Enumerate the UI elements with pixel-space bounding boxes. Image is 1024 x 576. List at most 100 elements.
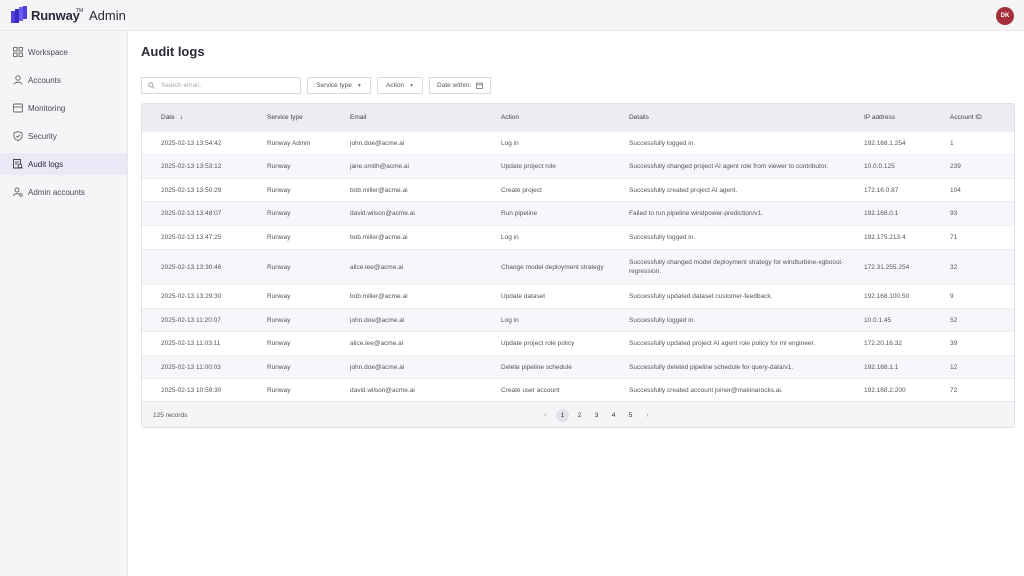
sidebar-item-label: Workspace: [28, 47, 68, 57]
action-label: Action: [385, 82, 405, 89]
cell-date: 2025-02-13 13:47:25: [161, 234, 222, 241]
cell-ip-address: 192.168.100.50: [864, 293, 910, 300]
cell-details: Failed to run pipeline windpower-predict…: [629, 210, 764, 217]
runway-logo-icon[interactable]: [11, 6, 27, 24]
cell-service-type: Runway: [267, 210, 291, 217]
page-button-4[interactable]: 4: [607, 409, 620, 422]
action-dropdown[interactable]: Action ▼: [377, 77, 423, 94]
cell-ip-address: 10.0.1.45: [864, 316, 892, 324]
cell-service-type: Runway: [267, 340, 291, 347]
cell-ip-address: 192.168.0.1: [864, 210, 899, 217]
table-footer: 125 records ‹ 1 2 3 4 5 ›: [142, 401, 1014, 427]
chevron-down-icon: ▼: [409, 82, 415, 89]
avatar[interactable]: DK: [996, 7, 1014, 25]
table-row[interactable]: 2025-02-13 11:03:11 Runway alice.lee@acme.…: [142, 331, 1014, 355]
cell-email: john.doe@acme.ai: [350, 316, 405, 324]
page-button-1[interactable]: 1: [556, 409, 569, 422]
cell-action: Log in: [501, 139, 519, 147]
calendar-icon: [476, 82, 483, 89]
cell-details: Successfully created project AI agent.: [629, 186, 738, 194]
cell-account-id: 12: [950, 363, 958, 371]
brand-name: Runway: [31, 8, 80, 23]
table-row[interactable]: 2025-02-13 13:47:25 Runway bob.miller@acme…: [142, 225, 1014, 249]
sidebar: Workspace Accounts Monitoring Security A…: [0, 31, 128, 576]
cell-service-type: Runway: [267, 234, 291, 241]
column-header-email: Email: [350, 114, 367, 121]
page-button-2[interactable]: 2: [573, 409, 586, 422]
cell-details: Successfully logged in.: [629, 139, 696, 147]
cell-account-id: 71: [950, 234, 958, 241]
cell-action: Create project: [501, 186, 542, 194]
cell-service-type: Runway: [267, 316, 291, 324]
cell-service-type: Runway: [267, 263, 291, 271]
service-type-label: Service type: [316, 82, 352, 89]
service-type-dropdown[interactable]: Service type ▼: [307, 77, 371, 94]
date-within-picker[interactable]: Date within:: [429, 77, 491, 94]
cell-account-id: 52: [950, 316, 958, 324]
cell-email: bob.miller@acme.ai: [350, 234, 408, 241]
date-within-label: Date within:: [437, 82, 471, 89]
prev-page-button[interactable]: ‹: [539, 409, 552, 422]
cell-account-id: 72: [950, 387, 958, 394]
sidebar-item-label: Audit logs: [28, 159, 64, 169]
grid-icon: [13, 47, 23, 57]
cell-email: john.doe@acme.ai: [350, 363, 405, 371]
column-header-account-id: Account ID: [950, 114, 982, 121]
cell-account-id: 1: [950, 139, 954, 147]
cell-email: david.wilson@acme.ai: [350, 210, 415, 217]
cell-date: 2025-02-13 13:29:30: [161, 293, 222, 300]
cell-account-id: 9: [950, 293, 954, 300]
chevron-down-icon: ▼: [356, 82, 362, 89]
page-button-5[interactable]: 5: [624, 409, 637, 422]
table-row[interactable]: 2025-02-13 13:54:42 Runway Admin john.doe@…: [142, 131, 1014, 154]
cell-email: bob.miller@acme.ai: [350, 186, 408, 194]
sidebar-item-label: Security: [28, 131, 57, 141]
cell-service-type: Runway: [267, 186, 291, 194]
cell-details: Successfully created account joiner@maki…: [629, 387, 783, 394]
monitor-icon: [13, 103, 23, 113]
page-title: Audit logs: [141, 44, 205, 59]
cell-action: Run pipeline: [501, 210, 538, 217]
audit-log-table: Date ↓ Service type Email Action Details …: [141, 103, 1015, 428]
cell-details: Successfully logged in.: [629, 316, 696, 324]
sidebar-item-monitoring[interactable]: Monitoring: [0, 97, 127, 119]
table-row[interactable]: 2025-02-13 13:29:30 Runway bob.miller@acme…: [142, 284, 1014, 308]
cell-ip-address: 192.168.2.200: [864, 387, 906, 394]
sort-down-icon[interactable]: ↓: [180, 113, 184, 122]
top-bar: Runway TM Admin DK: [0, 0, 1024, 31]
cell-ip-address: 172.16.0.87: [864, 186, 899, 194]
sidebar-item-accounts[interactable]: Accounts: [0, 69, 127, 91]
table-row[interactable]: 2025-02-13 11:00:03 Runway john.doe@acme.a…: [142, 355, 1014, 378]
cell-date: 2025-02-13 13:30:46: [161, 263, 222, 271]
column-header-label: Date: [161, 114, 175, 121]
column-header-date[interactable]: Date ↓: [161, 104, 261, 131]
page-button-3[interactable]: 3: [590, 409, 603, 422]
sidebar-item-admin-accounts[interactable]: Admin accounts: [0, 181, 127, 203]
cell-service-type: Runway: [267, 293, 291, 300]
next-page-button[interactable]: ›: [641, 409, 654, 422]
table-row[interactable]: 2025-02-13 11:20:07 Runway john.doe@acme.a…: [142, 308, 1014, 331]
cell-details: Successfully updated dataset customer-fe…: [629, 293, 773, 300]
table-row[interactable]: 2025-02-13 13:53:12 Runway jane.smith@acme…: [142, 154, 1014, 178]
cell-ip-address: 192.168.1.254: [864, 139, 906, 147]
table-row[interactable]: 2025-02-13 13:48:07 Runway david.wilson@ac…: [142, 201, 1014, 225]
cell-service-type: Runway: [267, 363, 291, 371]
cell-date: 2025-02-13 13:50:29: [161, 186, 222, 194]
sidebar-item-workspace[interactable]: Workspace: [0, 41, 127, 63]
table-row[interactable]: 2025-02-13 13:50:29 Runway bob.miller@acme…: [142, 178, 1014, 201]
user-icon: [13, 75, 23, 85]
cell-service-type: Runway: [267, 163, 291, 170]
table-row[interactable]: 2025-02-13 13:30:46 Runway alice.lee@acme.…: [142, 249, 1014, 284]
cell-details: Successfully deleted pipeline schedule f…: [629, 363, 794, 371]
sidebar-item-security[interactable]: Security: [0, 125, 127, 147]
cell-account-id: 39: [950, 340, 958, 347]
search-placeholder: Search email..: [161, 82, 203, 89]
search-icon: [148, 82, 155, 89]
table-row[interactable]: 2025-02-13 10:59:30 Runway david.wilson@ac…: [142, 378, 1014, 402]
cell-ip-address: 192.175.213.4: [864, 234, 906, 241]
sidebar-item-audit-logs[interactable]: Audit logs: [0, 153, 127, 175]
cell-email: john.doe@acme.ai: [350, 139, 405, 147]
cell-details: Successfully changed model deployment st…: [629, 259, 844, 275]
cell-action: Log in: [501, 316, 519, 324]
search-email-input[interactable]: Search email..: [141, 77, 301, 94]
